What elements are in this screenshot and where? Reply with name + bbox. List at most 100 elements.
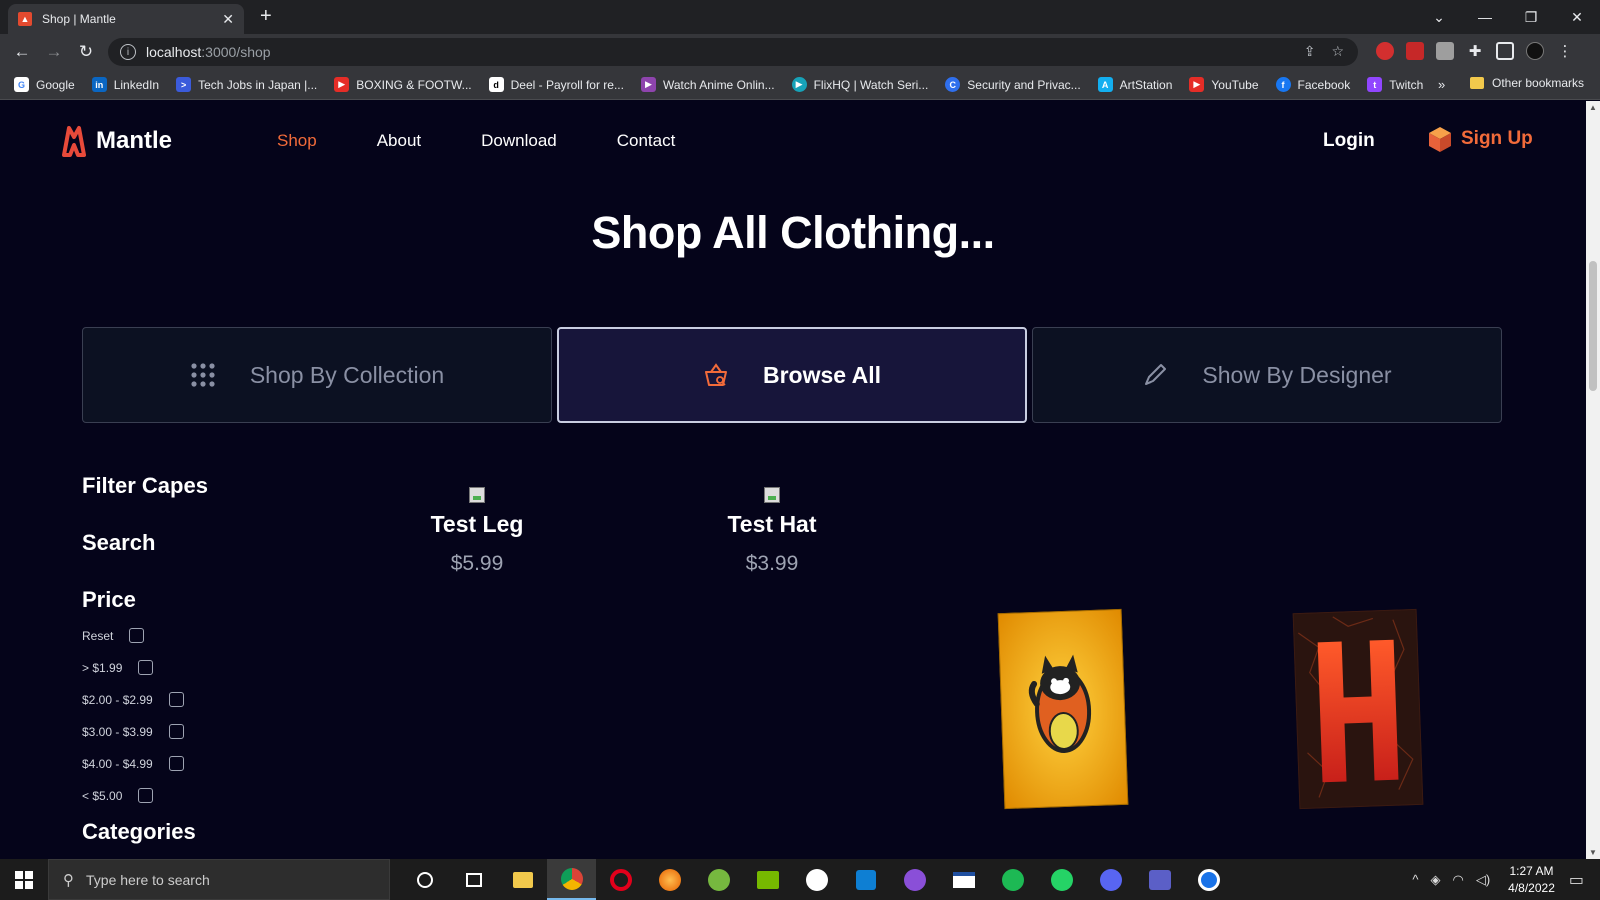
cat-cape-image[interactable] [997,608,1129,810]
tab-show-by-designer[interactable]: Show By Designer [1032,327,1502,423]
browser-tab[interactable]: ▲ Shop | Mantle ✕ [8,4,244,34]
bookmark-deel[interactable]: d Deel - Payroll for re... [488,77,624,92]
vscode-icon[interactable] [841,859,890,900]
security-icon: C [945,77,961,92]
product-card[interactable]: Test Hat $3.99 [692,487,852,576]
chrome-icon[interactable] [547,859,596,900]
volume-icon[interactable]: ◁) [1476,872,1490,888]
address-bar[interactable]: i localhost:3000/shop ⇪ ☆ [108,38,1358,66]
scrollbar-thumb[interactable] [1589,261,1597,391]
chevron-up-icon[interactable]: ^ [1412,872,1418,887]
cube-icon [1429,127,1451,152]
app-icon[interactable] [792,859,841,900]
clock[interactable]: 1:27 AM 4/8/2022 [1508,863,1555,897]
scroll-down-icon[interactable]: ▼ [1589,848,1597,857]
bookmark-flixhq[interactable]: ▶ FlixHQ | Watch Seri... [791,77,928,92]
puzzle-icon[interactable]: ✚ [1466,42,1484,60]
reload-icon[interactable]: ↻ [70,42,102,62]
search-icon: ⚲ [63,871,74,889]
price-option[interactable]: $4.00 - $4.99 [82,756,184,771]
bookmark-facebook[interactable]: f Facebook [1275,77,1350,92]
nav-download[interactable]: Download [481,131,557,151]
opera-icon[interactable] [596,859,645,900]
notifications-icon[interactable]: ▭ [1569,870,1584,890]
discord-icon[interactable] [1086,859,1135,900]
bookmark-security[interactable]: C Security and Privac... [945,77,1081,92]
back-icon[interactable]: ← [6,42,38,62]
bookmark-tech-jobs[interactable]: > Tech Jobs in Japan |... [176,77,317,92]
task-view-icon[interactable] [449,859,498,900]
restore-icon[interactable]: ❐ [1508,9,1554,26]
price-option[interactable]: $3.00 - $3.99 [82,724,184,739]
extension-icon[interactable] [1376,42,1394,60]
twitch-icon: t [1367,77,1383,92]
nav-about[interactable]: About [377,131,421,151]
site-logo[interactable]: Mantle [58,125,172,157]
filter-title: Filter Capes [82,473,208,498]
google-icon: G [14,77,29,92]
taskbar-search[interactable]: ⚲ Type here to search [48,859,390,900]
bookmark-star-icon[interactable]: ☆ [1331,43,1344,60]
product-card[interactable]: Test Leg $5.99 [397,487,557,576]
bookmark-anime[interactable]: ▶ Watch Anime Onlin... [640,77,775,92]
side-panel-icon[interactable] [1496,42,1514,60]
tab-shop-by-collection[interactable]: Shop By Collection [82,327,552,423]
login-link[interactable]: Login [1323,130,1375,152]
bookmark-artstation[interactable]: A ArtStation [1097,77,1172,92]
nav-contact[interactable]: Contact [617,131,676,151]
sync-app-icon[interactable] [1184,859,1233,900]
search-filter-heading[interactable]: Search [82,530,155,556]
scroll-up-icon[interactable]: ▲ [1589,103,1597,112]
checkbox[interactable] [168,756,184,771]
utorrent-icon[interactable] [694,859,743,900]
price-option[interactable]: Reset [82,628,145,643]
bookmark-google[interactable]: G Google [14,77,75,92]
site-info-icon[interactable]: i [120,44,136,60]
bookmark-linkedin[interactable]: in LinkedIn [91,77,159,92]
firefox-icon[interactable] [645,859,694,900]
close-window-icon[interactable]: ✕ [1554,9,1600,26]
url-path: :3000/shop [201,44,271,60]
page-scrollbar[interactable]: ▲ ▼ [1586,101,1600,859]
close-tab-icon[interactable]: ✕ [222,11,234,28]
extension-icon[interactable] [1436,42,1454,60]
checkbox[interactable] [138,788,154,803]
window-app-icon[interactable] [939,859,988,900]
share-icon[interactable]: ⇪ [1304,43,1316,60]
tab-browse-all[interactable]: Browse All [557,327,1027,423]
letter-h-cape-image[interactable] [1292,608,1424,810]
spotify-icon[interactable] [988,859,1037,900]
bookmark-youtube[interactable]: ▶ YouTube [1189,77,1259,92]
price-option[interactable]: $2.00 - $2.99 [82,692,184,707]
more-bookmarks-icon[interactable]: » [1438,77,1445,92]
nav-shop[interactable]: Shop [277,131,317,151]
minimize-icon[interactable]: — [1462,9,1508,25]
checkbox[interactable] [129,628,145,643]
checkbox[interactable] [138,660,154,675]
tab-search-icon[interactable]: ⌄ [1416,9,1462,26]
bookmark-twitch[interactable]: t Twitch [1367,77,1423,92]
github-icon[interactable] [890,859,939,900]
nvidia-icon[interactable] [743,859,792,900]
new-tab-icon[interactable]: + [260,5,272,28]
signup-button[interactable]: Sign Up [1427,125,1533,153]
checkbox[interactable] [168,692,184,707]
bookmark-boxing[interactable]: ▶ BOXING & FOOTW... [334,77,472,92]
mantle-favicon-icon: ▲ [18,12,32,26]
whatsapp-icon[interactable] [1037,859,1086,900]
profile-avatar[interactable] [1526,42,1544,60]
price-option[interactable]: < $5.00 [82,788,154,803]
forward-icon[interactable]: → [38,42,70,62]
menu-kebab-icon[interactable]: ⋮ [1556,42,1574,60]
cortana-icon[interactable] [400,859,449,900]
other-bookmarks[interactable]: Other bookmarks [1470,76,1584,90]
checkbox[interactable] [168,724,184,739]
start-button[interactable] [0,859,48,900]
file-explorer-icon[interactable] [498,859,547,900]
extension-icon[interactable] [1406,42,1424,60]
teams-tray-icon[interactable]: ◈ [1430,872,1440,888]
price-option[interactable]: > $1.99 [82,660,154,675]
wifi-icon[interactable]: ◠ [1452,872,1463,888]
windows-logo-icon [15,870,33,889]
teams-icon[interactable] [1135,859,1184,900]
